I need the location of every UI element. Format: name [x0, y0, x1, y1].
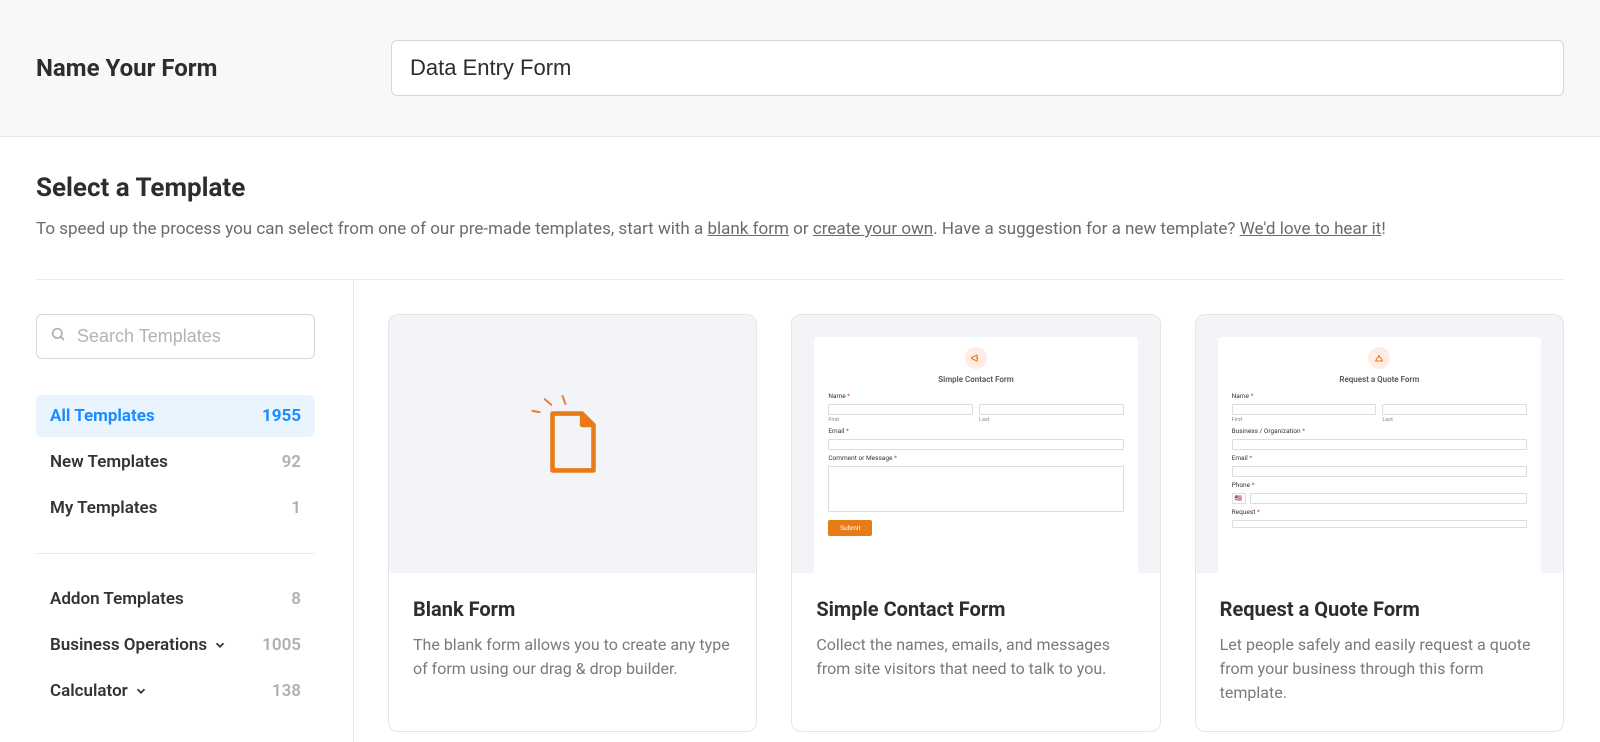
create-own-link[interactable]: create your own: [813, 219, 933, 239]
category-new-templates[interactable]: New Templates 92: [36, 441, 315, 483]
templates-grid: Blank Form The blank form allows you to …: [354, 280, 1564, 742]
template-description: The blank form allows you to create any …: [413, 633, 732, 681]
template-preview: Request a Quote Form Name * First Last B…: [1196, 315, 1563, 573]
megaphone-icon: [965, 347, 987, 369]
category-label: Addon Templates: [50, 589, 184, 609]
suggestion-link[interactable]: We'd love to hear it: [1240, 219, 1382, 239]
mini-submit: Submit: [828, 520, 872, 536]
mini-label-request: Request *: [1232, 508, 1527, 516]
template-preview: [389, 315, 756, 573]
template-title: Simple Contact Form: [816, 597, 1135, 621]
category-my-templates[interactable]: My Templates 1: [36, 487, 315, 529]
mini-label-name: Name *: [828, 392, 1123, 400]
select-template-description: To speed up the process you can select f…: [36, 217, 1564, 243]
category-divider: [36, 553, 315, 554]
content-area: All Templates 1955 New Templates 92 My T…: [0, 280, 1600, 742]
mini-label-name: Name *: [1232, 392, 1527, 400]
form-name-input[interactable]: [391, 40, 1564, 96]
template-title: Blank Form: [413, 597, 732, 621]
category-count: 92: [282, 452, 301, 472]
template-description: Collect the names, emails, and messages …: [816, 633, 1135, 681]
flag-icon: 🇺🇸: [1232, 493, 1246, 504]
category-all-templates[interactable]: All Templates 1955: [36, 395, 315, 437]
category-count: 8: [291, 589, 301, 609]
mini-label-email: Email *: [1232, 454, 1527, 462]
category-list-secondary: Addon Templates 8 Business Operations 10…: [36, 578, 353, 712]
mini-form-preview: Request a Quote Form Name * First Last B…: [1218, 337, 1541, 573]
category-business-operations[interactable]: Business Operations 1005: [36, 624, 315, 666]
mini-heading: Request a Quote Form: [1232, 375, 1527, 384]
category-count: 1: [291, 498, 301, 518]
mini-label-message: Comment or Message *: [828, 454, 1123, 462]
name-form-label: Name Your Form: [36, 54, 391, 82]
template-card-body: Simple Contact Form Collect the names, e…: [792, 573, 1159, 707]
template-card-body: Request a Quote Form Let people safely a…: [1196, 573, 1563, 731]
category-count: 1005: [262, 635, 301, 655]
category-label: All Templates: [50, 406, 155, 426]
search-wrap: [36, 314, 353, 359]
search-templates-input[interactable]: [36, 314, 315, 359]
bell-icon: [1368, 347, 1390, 369]
category-count: 138: [272, 681, 301, 701]
template-card-blank[interactable]: Blank Form The blank form allows you to …: [388, 314, 757, 732]
mini-label-business: Business / Organization *: [1232, 427, 1527, 435]
category-calculator[interactable]: Calculator 138: [36, 670, 315, 712]
template-preview: Simple Contact Form Name * First Last Em…: [792, 315, 1159, 573]
sidebar: All Templates 1955 New Templates 92 My T…: [36, 280, 354, 742]
category-list-primary: All Templates 1955 New Templates 92 My T…: [36, 395, 353, 529]
mini-label-email: Email *: [828, 427, 1123, 435]
mini-label-phone: Phone *: [1232, 481, 1527, 489]
template-card-body: Blank Form The blank form allows you to …: [389, 573, 756, 707]
mini-form-preview: Simple Contact Form Name * First Last Em…: [814, 337, 1137, 573]
template-card-contact[interactable]: Simple Contact Form Name * First Last Em…: [791, 314, 1160, 732]
category-addon-templates[interactable]: Addon Templates 8: [36, 578, 315, 620]
select-template-heading: Select a Template: [36, 173, 1564, 203]
mini-heading: Simple Contact Form: [828, 375, 1123, 384]
template-title: Request a Quote Form: [1220, 597, 1539, 621]
template-description: Let people safely and easily request a q…: [1220, 633, 1539, 705]
category-label: New Templates: [50, 452, 168, 472]
category-label: Business Operations: [50, 635, 227, 655]
category-label: Calculator: [50, 681, 148, 701]
chevron-down-icon: [213, 638, 227, 652]
category-label: My Templates: [50, 498, 157, 518]
blank-form-link[interactable]: blank form: [707, 219, 788, 239]
chevron-down-icon: [134, 684, 148, 698]
blank-form-icon: [545, 409, 601, 501]
template-card-quote[interactable]: Request a Quote Form Name * First Last B…: [1195, 314, 1564, 732]
category-count: 1955: [262, 406, 301, 426]
name-form-section: Name Your Form: [0, 0, 1600, 137]
select-template-section: Select a Template To speed up the proces…: [0, 137, 1600, 279]
